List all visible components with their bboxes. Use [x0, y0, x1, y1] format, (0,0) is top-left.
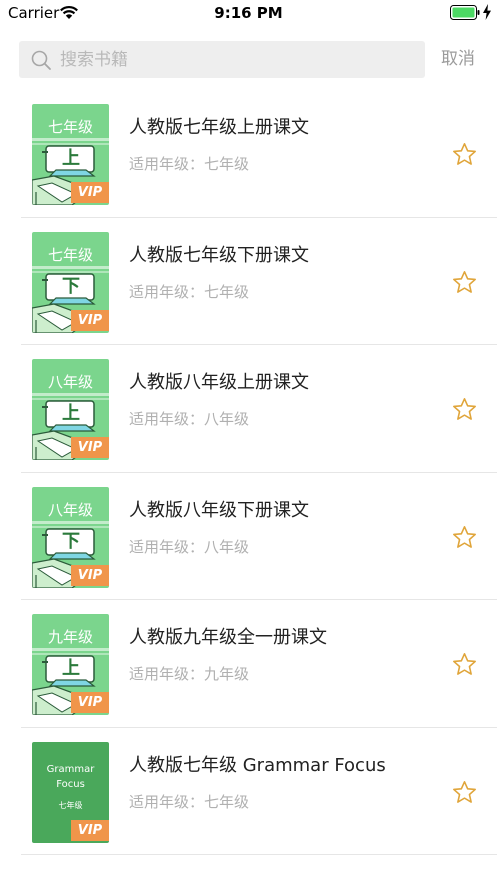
book-cover: 八年级 下 VIP	[32, 486, 109, 588]
charging-icon	[483, 4, 491, 20]
book-item[interactable]: 七年级 下 VIP 人教版七年级下册课文 适用年级：七年级	[0, 218, 497, 346]
book-grade: 适用年级：七年级	[129, 282, 250, 301]
book-cover: 九年级 上 VIP	[32, 614, 109, 715]
vip-badge: VIP	[71, 309, 109, 331]
book-title: 人教版九年级全一册课文	[129, 627, 327, 648]
star-icon[interactable]	[451, 141, 478, 168]
book-cover: 七年级 上 VIP	[32, 104, 109, 205]
search-icon	[31, 50, 51, 70]
book-grade: 适用年级：八年级	[129, 410, 250, 428]
clock: 9:16 PM	[214, 4, 283, 22]
vip-badge: VIP	[71, 564, 109, 586]
search-bar[interactable]	[19, 41, 425, 78]
cover-volume-char: 下	[62, 530, 80, 552]
cover-title: Grammar Focus	[46, 763, 95, 790]
cover-grade-label: 七年级	[58, 800, 83, 810]
book-item[interactable]: 八年级 下 VIP 人教版八年级下册课文 适用年级：八年级	[0, 473, 497, 601]
book-cover: 七年级 下 VIP	[32, 231, 109, 333]
book-grade: 适用年级：八年级	[129, 537, 250, 556]
book-title: 人教版八年级下册课文	[129, 499, 309, 521]
cover-grade-label: 八年级	[47, 500, 93, 519]
battery-icon	[450, 5, 480, 20]
star-icon[interactable]	[451, 779, 478, 806]
cover-grade-label: 八年级	[47, 373, 93, 391]
cover-volume-char: 下	[62, 275, 80, 297]
book-item[interactable]: 八年级 上 VIP 人教版八年级上册课文 适用年级：八年级	[0, 345, 497, 473]
star-icon[interactable]	[451, 396, 478, 423]
star-icon[interactable]	[451, 524, 478, 551]
book-grade: 适用年级：七年级	[129, 155, 250, 173]
book-item[interactable]: 七年级 上 VIP 人教版七年级上册课文 适用年级：七年级	[0, 90, 497, 218]
book-title: 人教版七年级下册课文	[129, 244, 309, 266]
book-grade: 适用年级：七年级	[129, 792, 250, 811]
cover-grade-label: 七年级	[47, 118, 93, 136]
book-title: 人教版七年级上册课文	[129, 117, 309, 138]
search-input[interactable]	[60, 41, 410, 78]
vip-badge: VIP	[71, 819, 109, 841]
cover-grade-label: 七年级	[47, 245, 93, 264]
cover-volume-char: 上	[62, 148, 80, 169]
book-title: 人教版八年级上册课文	[129, 372, 309, 393]
book-cover: Grammar Focus 七年级 VIP	[32, 741, 109, 843]
book-grade: 适用年级：九年级	[129, 665, 250, 683]
cover-volume-char: 上	[62, 658, 80, 679]
vip-badge: VIP	[71, 692, 109, 713]
cover-volume-char: 上	[62, 403, 80, 424]
status-bar: Carrier 9:16 PM	[0, 0, 497, 28]
cover-grade-label: 九年级	[47, 628, 93, 646]
book-list: 七年级 上 VIP 人教版七年级上册课文 适用年级：七年级 七年级 下 VIP …	[0, 90, 497, 855]
book-item[interactable]: 九年级 上 VIP 人教版九年级全一册课文 适用年级：九年级	[0, 600, 497, 728]
star-icon[interactable]	[451, 269, 478, 296]
vip-badge: VIP	[71, 437, 109, 458]
book-item[interactable]: Grammar Focus 七年级 VIP 人教版七年级 Grammar Foc…	[0, 728, 497, 856]
vip-badge: VIP	[71, 182, 109, 203]
book-cover: 八年级 上 VIP	[32, 359, 109, 460]
cancel-button[interactable]: 取消	[433, 41, 483, 78]
star-icon[interactable]	[451, 651, 478, 678]
book-title: 人教版七年级 Grammar Focus	[129, 754, 386, 776]
